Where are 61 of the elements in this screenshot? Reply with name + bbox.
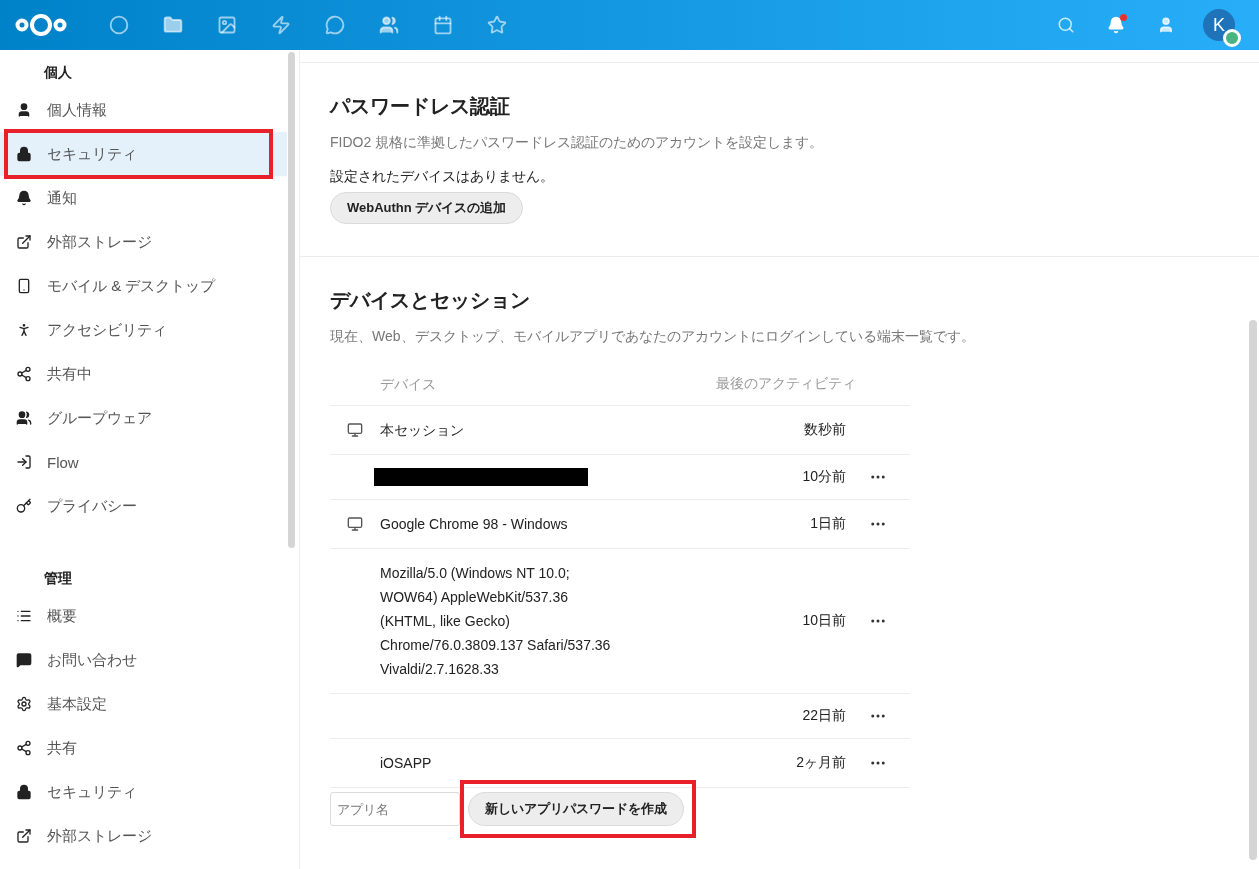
add-device-button[interactable]: WebAuthn デバイスの追加 [330, 192, 524, 224]
speech-bubble-icon [16, 652, 32, 668]
device-name: Mozilla/5.0 (Windows NT 10.0; WOW64) AppleWebKit/537.36 (KHTML, like Gecko) Chrome/76.0.3809.137 Safari/537.36 Vivaldi/2.7.1628.33 [380, 565, 611, 677]
last-activity: 2ヶ月前 [796, 754, 846, 770]
share-icon [16, 740, 32, 756]
list-icon [16, 608, 32, 624]
online-status-dot [1223, 29, 1241, 47]
sidebar-item[interactable]: 共有 [0, 726, 287, 770]
sidebar-item[interactable]: 概要 [0, 594, 287, 638]
last-activity: 10分前 [802, 468, 846, 484]
create-password-button[interactable]: 新しいアプリパスワードを作成 [468, 792, 684, 826]
section-title: デバイスとセッション [330, 288, 531, 313]
last-activity: 数秒前 [804, 421, 846, 437]
device-name: 本セッション [380, 422, 464, 438]
scrollbar[interactable] [288, 52, 295, 548]
device-name: iOSAPP [380, 755, 432, 771]
monitor-icon [347, 516, 363, 532]
section-title: パスワードレス認証 [330, 94, 511, 119]
last-activity: 10日前 [802, 612, 846, 628]
sidebar-item[interactable]: グループウェア [0, 396, 287, 440]
sidebar-item[interactable]: Flow [0, 440, 287, 484]
people-icon [16, 410, 32, 426]
section-description: 現在、Web、デスクトップ、モバイルアプリであなたのアカウントにログインしている端末一覧です。 [330, 328, 976, 346]
logo-icon[interactable] [14, 12, 68, 38]
sidebar-item[interactable]: お問い合わせ [0, 638, 287, 682]
share-icon [16, 366, 32, 382]
last-activity: 22日前 [802, 707, 846, 723]
person-icon [16, 102, 32, 118]
sidebar-item[interactable]: 基本設定 [0, 682, 287, 726]
settings-icon [16, 696, 32, 712]
user-avatar[interactable]: K [1203, 9, 1235, 41]
sidebar-item[interactable]: プライバシー [0, 484, 287, 528]
sidebar-item[interactable]: 外部ストレージ [0, 814, 287, 858]
last-activity: 1日前 [810, 515, 846, 531]
key-icon [16, 498, 32, 514]
external-link-icon [16, 828, 32, 844]
app-name-field[interactable]: アプリ名 [330, 792, 460, 826]
sidebar-item[interactable]: モバイル & デスクトップ [0, 264, 287, 308]
sidebar-item[interactable]: 共有中 [0, 352, 287, 396]
sidebar-heading: 管理 [43, 569, 73, 588]
sidebar-heading: 個人 [43, 63, 73, 82]
column-header: 最後のアクティビティ [716, 374, 856, 391]
sidebar-item[interactable]: 個人情報 [0, 88, 287, 132]
bell-icon [16, 190, 32, 206]
column-header: デバイス [380, 375, 436, 392]
status-text: 設定されたデバイスはありません。 [330, 168, 555, 186]
device-name: Google Chrome 98 - Windows [380, 516, 568, 532]
lock-icon [16, 784, 32, 800]
monitor-icon [347, 422, 363, 438]
sidebar-item[interactable]: セキュリティ [0, 770, 287, 814]
sidebar-item[interactable]: アクセシビリティ [0, 308, 287, 352]
sidebar-item[interactable]: セキュリティ [0, 132, 287, 176]
sidebar-item[interactable]: 通知 [0, 176, 287, 220]
external-link-icon [16, 234, 32, 250]
accessibility-icon [16, 322, 32, 338]
lock-icon [16, 146, 32, 162]
flow-icon [16, 454, 32, 470]
scrollbar[interactable] [1249, 320, 1257, 860]
sidebar-item[interactable]: 外部ストレージ [0, 220, 287, 264]
section-description: FIDO2 規格に準拠したパスワードレス認証のためのアカウントを設定します。 [330, 134, 825, 152]
phone-icon [16, 278, 32, 294]
